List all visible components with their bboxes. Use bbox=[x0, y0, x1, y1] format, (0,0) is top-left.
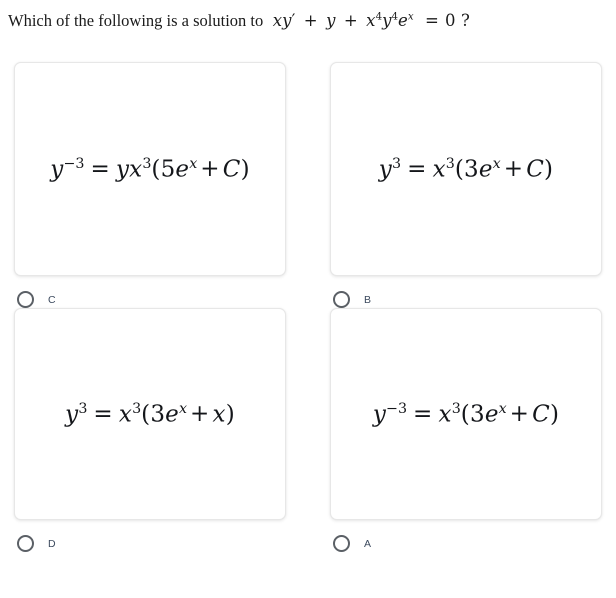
formula-equals: = bbox=[90, 156, 110, 183]
formula-close-paren: ) bbox=[225, 401, 235, 428]
formula-close-paren: ) bbox=[240, 156, 250, 183]
choice-c-letter: C bbox=[48, 293, 56, 306]
choice-d-answer-row[interactable]: D bbox=[14, 535, 286, 552]
formula-inner-constant: C bbox=[222, 156, 241, 183]
radio-button-a[interactable] bbox=[333, 535, 350, 552]
formula-inner-constant: x bbox=[212, 401, 226, 428]
choice-c-answer-row[interactable]: C bbox=[14, 291, 286, 308]
choices-row-2: y3 = x3(3ex + x) D y−3 = x3(3ex + C) A bbox=[0, 308, 616, 552]
eq-plus1: + bbox=[303, 11, 318, 30]
formula-open-paren: ( bbox=[460, 401, 470, 428]
formula-lhs-exponent: −3 bbox=[63, 155, 85, 172]
formula-lhs-base: y bbox=[372, 401, 387, 428]
formula-rhs-coefficient: x bbox=[438, 401, 452, 428]
formula-open-paren: ( bbox=[454, 156, 464, 183]
formula-rhs-coefficient: x bbox=[432, 156, 446, 183]
formula-inner-constant: C bbox=[532, 401, 550, 428]
formula-inner-e: e bbox=[478, 156, 493, 183]
formula-lhs-exponent: 3 bbox=[392, 155, 402, 172]
choices-grid: y−3 = yx3(5ex + C) C y3 = x3(3ex + C) B y3 = x3(3e… bbox=[0, 62, 616, 552]
eq-prime: ′ bbox=[291, 11, 296, 30]
choice-c-card[interactable]: y−3 = yx3(5ex + C) bbox=[14, 62, 286, 276]
question-equation: xy′ + y + x4y4ex = 0 ? bbox=[267, 11, 470, 30]
formula-inner-coefficient: 3 bbox=[469, 401, 485, 428]
eq-zero: 0 bbox=[444, 11, 456, 30]
eq-x2: x bbox=[366, 11, 376, 30]
choice-b-formula: y3 = x3(3ex + C) bbox=[379, 156, 553, 183]
eq-e: e bbox=[398, 11, 408, 30]
eq-y1: y bbox=[282, 11, 292, 30]
formula-lhs-base: y bbox=[65, 401, 79, 428]
choice-d-letter: D bbox=[48, 537, 56, 550]
formula-rhs-coefficient: x bbox=[118, 401, 133, 428]
formula-inner-coefficient: 3 bbox=[150, 401, 166, 428]
choice-d[interactable]: y3 = x3(3ex + x) D bbox=[14, 308, 286, 552]
choice-a-letter: A bbox=[364, 537, 372, 550]
formula-inner-coefficient: 3 bbox=[464, 156, 479, 183]
eq-y3: y bbox=[382, 11, 392, 30]
choice-a[interactable]: y−3 = x3(3ex + C) A bbox=[330, 308, 602, 552]
formula-inner-coefficient: 5 bbox=[160, 156, 176, 183]
formula-open-paren: ( bbox=[141, 401, 151, 428]
formula-close-paren: ) bbox=[544, 156, 554, 183]
formula-inner-e: e bbox=[165, 401, 179, 428]
eq-question-mark: ? bbox=[460, 11, 470, 30]
formula-inner-operator: + bbox=[509, 401, 530, 428]
choice-c[interactable]: y−3 = yx3(5ex + C) C bbox=[14, 62, 286, 308]
formula-rhs-coefficient: yx bbox=[115, 156, 143, 183]
eq-equals: = bbox=[425, 11, 439, 30]
radio-button-d[interactable] bbox=[17, 535, 34, 552]
choice-d-card[interactable]: y3 = x3(3ex + x) bbox=[14, 308, 286, 520]
formula-inner-e: e bbox=[175, 156, 190, 183]
formula-inner-e-exponent: x bbox=[498, 400, 507, 417]
formula-lhs-base: y bbox=[378, 156, 392, 183]
formula-lhs-exponent: −3 bbox=[386, 400, 408, 417]
formula-inner-operator: + bbox=[190, 401, 210, 428]
eq-plus2: + bbox=[343, 11, 358, 30]
choice-c-formula: y−3 = yx3(5ex + C) bbox=[50, 156, 250, 183]
choice-a-formula: y−3 = x3(3ex + C) bbox=[373, 401, 559, 428]
formula-inner-e-exponent: x bbox=[178, 400, 188, 417]
choice-a-answer-row[interactable]: A bbox=[330, 535, 602, 552]
radio-button-b[interactable] bbox=[333, 291, 350, 308]
eq-e-exponent: x bbox=[407, 11, 414, 23]
choice-b-letter: B bbox=[364, 293, 372, 306]
choice-a-card[interactable]: y−3 = x3(3ex + C) bbox=[330, 308, 602, 520]
eq-x1: x bbox=[272, 11, 283, 30]
formula-rhs-exponent: 3 bbox=[451, 400, 461, 417]
question-lead-text: Which of the following is a solution to bbox=[8, 11, 264, 30]
formula-close-paren: ) bbox=[549, 401, 560, 428]
choices-row-1: y−3 = yx3(5ex + C) C y3 = x3(3ex + C) B bbox=[0, 62, 616, 308]
choice-d-formula: y3 = x3(3ex + x) bbox=[65, 401, 235, 428]
choice-b-card[interactable]: y3 = x3(3ex + C) bbox=[330, 62, 602, 276]
choice-b-answer-row[interactable]: B bbox=[330, 291, 602, 308]
formula-inner-operator: + bbox=[200, 156, 220, 183]
formula-equals: = bbox=[413, 401, 433, 428]
formula-lhs-base: y bbox=[50, 156, 64, 183]
formula-equals: = bbox=[407, 156, 427, 183]
eq-y2: y bbox=[326, 11, 336, 30]
formula-rhs-exponent: 3 bbox=[132, 400, 142, 417]
formula-inner-e: e bbox=[484, 401, 499, 428]
formula-inner-constant: C bbox=[526, 156, 544, 183]
question-prompt: Which of the following is a solution to … bbox=[8, 11, 608, 32]
radio-button-c[interactable] bbox=[17, 291, 34, 308]
choice-b[interactable]: y3 = x3(3ex + C) B bbox=[330, 62, 602, 308]
formula-equals: = bbox=[93, 401, 113, 428]
formula-open-paren: ( bbox=[151, 156, 161, 183]
formula-rhs-exponent: 3 bbox=[445, 155, 455, 172]
formula-inner-operator: + bbox=[503, 156, 524, 183]
formula-inner-e-exponent: x bbox=[492, 155, 501, 172]
